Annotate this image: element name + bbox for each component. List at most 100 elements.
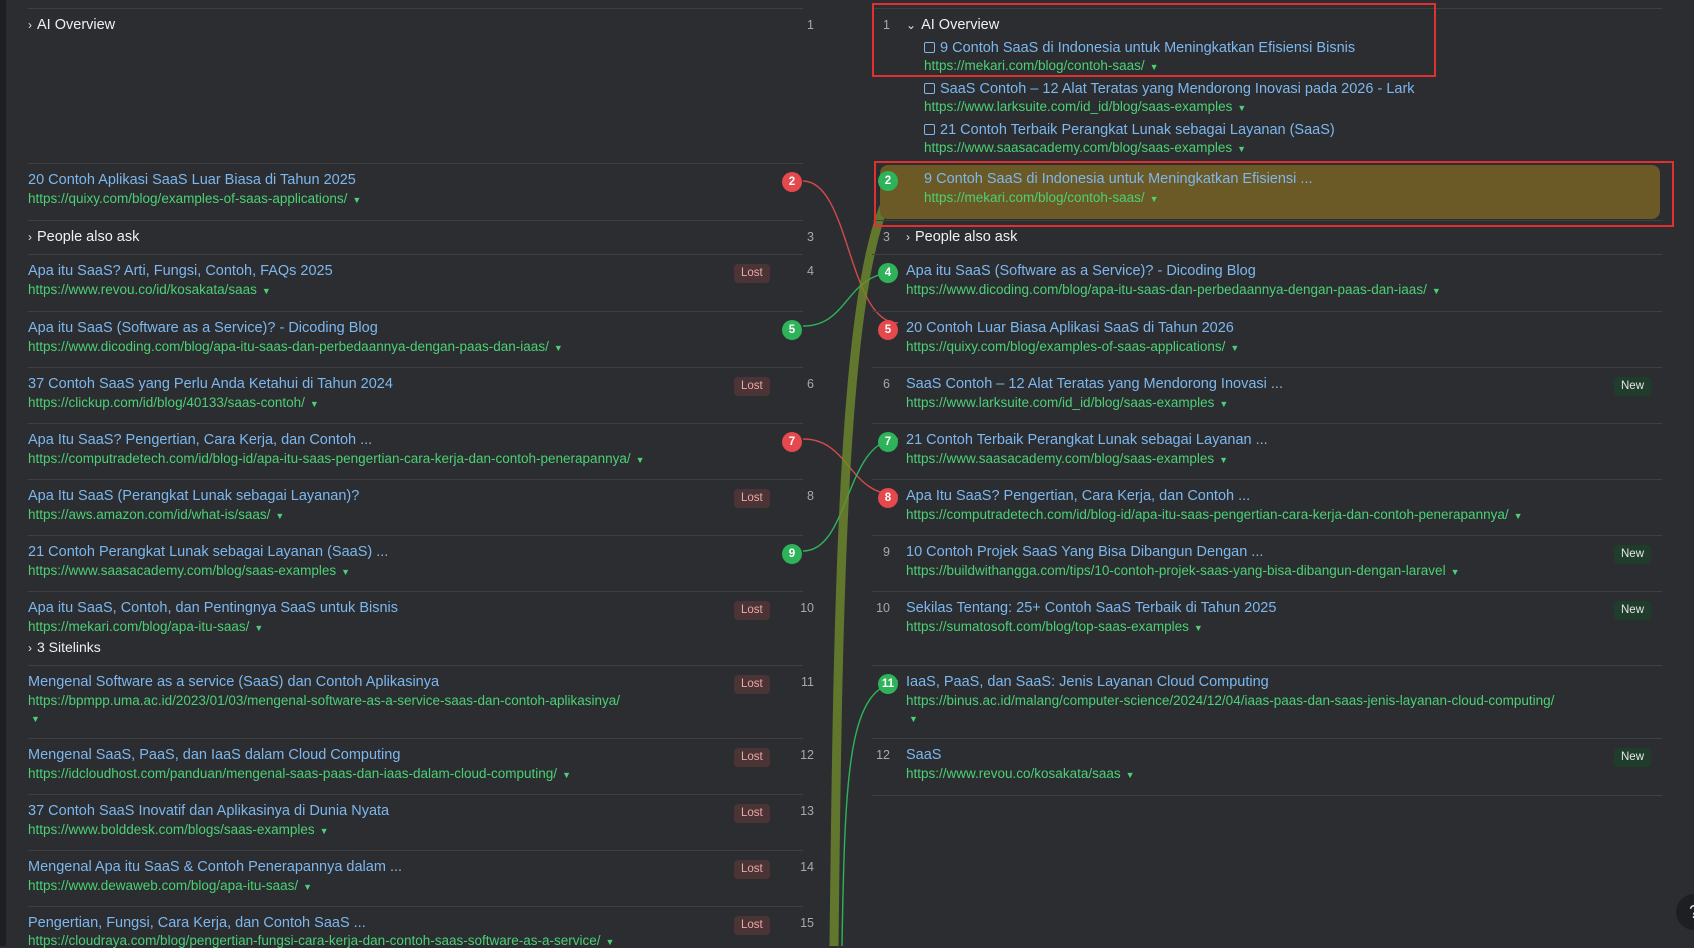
result-title[interactable]: 20 Contoh Aplikasi SaaS Luar Biasa di Ta… — [28, 172, 356, 188]
result-url[interactable]: https://www.larksuite.com/id_id/blog/saa… — [906, 395, 1228, 410]
result-title[interactable]: SaaS — [906, 747, 941, 763]
caret-down-icon[interactable]: ▼ — [303, 882, 312, 892]
result-title[interactable]: Apa Itu SaaS? Pengertian, Cara Kerja, da… — [28, 432, 372, 448]
right-result-row[interactable]: 9 10 Contoh Projek SaaS Yang Bisa Dibang… — [872, 535, 1662, 592]
caret-down-icon[interactable]: ▼ — [254, 623, 263, 633]
new-badge: New — [1614, 377, 1652, 396]
result-title[interactable]: Mengenal Apa itu SaaS & Contoh Penerapan… — [28, 859, 402, 875]
caret-down-icon[interactable]: ▼ — [636, 455, 645, 465]
result-url[interactable]: https://clickup.com/id/blog/40133/saas-c… — [28, 395, 319, 410]
left-result-row[interactable]: 37 Contoh SaaS yang Perlu Anda Ketahui d… — [28, 367, 814, 424]
result-title[interactable]: Apa itu SaaS (Software as a Service)? - … — [28, 320, 378, 336]
result-url[interactable]: https://sumatosoft.com/blog/top-saas-exa… — [906, 619, 1203, 634]
result-title[interactable]: 37 Contoh SaaS yang Perlu Anda Ketahui d… — [28, 376, 393, 392]
right-result-row[interactable]: 10 Sekilas Tentang: 25+ Contoh SaaS Terb… — [872, 591, 1662, 666]
left-result-row[interactable]: 20 Contoh Aplikasi SaaS Luar Biasa di Ta… — [28, 163, 803, 221]
sitelinks-toggle[interactable]: › 3 Sitelinks — [28, 639, 101, 655]
caret-down-icon[interactable]: ▼ — [1219, 455, 1228, 465]
result-title[interactable]: Apa Itu SaaS (Perangkat Lunak sebagai La… — [28, 488, 359, 504]
result-url[interactable]: https://www.revou.co/id/kosakata/saas ▼ — [28, 282, 271, 297]
caret-down-icon[interactable]: ▼ — [1126, 770, 1135, 780]
left-people-also-ask-toggle[interactable]: › People also ask — [28, 229, 139, 245]
left-result-row[interactable]: 37 Contoh SaaS Inovatif dan Aplikasinya … — [28, 794, 814, 851]
left-result-row[interactable]: Mengenal SaaS, PaaS, dan IaaS dalam Clou… — [28, 738, 814, 795]
result-title[interactable]: SaaS Contoh – 12 Alat Teratas yang Mendo… — [906, 376, 1283, 392]
result-url[interactable]: https://buildwithangga.com/tips/10-conto… — [906, 563, 1460, 578]
caret-down-icon[interactable]: ▼ — [1514, 511, 1523, 521]
result-title[interactable]: Pengertian, Fungsi, Cara Kerja, dan Cont… — [28, 915, 366, 931]
result-url[interactable]: https://www.saasacademy.com/blog/saas-ex… — [906, 451, 1228, 466]
result-url[interactable]: https://www.dicoding.com/blog/apa-itu-sa… — [28, 339, 563, 354]
left-result-row[interactable]: Apa Itu SaaS (Perangkat Lunak sebagai La… — [28, 479, 814, 536]
result-title[interactable]: Apa itu SaaS? Arti, Fungsi, Contoh, FAQs… — [28, 263, 333, 279]
caret-down-icon[interactable]: ▼ — [275, 511, 284, 521]
caret-down-icon[interactable]: ▼ — [1219, 399, 1228, 409]
result-url[interactable]: https://www.dicoding.com/blog/apa-itu-sa… — [906, 282, 1441, 297]
result-url[interactable]: https://binus.ac.id/malang/computer-scie… — [906, 693, 1554, 708]
ai-overview-source-url[interactable]: https://www.larksuite.com/id_id/blog/saa… — [924, 99, 1246, 114]
result-url[interactable]: https://computradetech.com/id/blog-id/ap… — [906, 507, 1523, 522]
left-ai-overview-toggle[interactable]: › AI Overview — [28, 17, 115, 33]
result-url[interactable]: https://www.bolddesk.com/blogs/saas-exam… — [28, 822, 329, 837]
caret-down-icon[interactable]: ▼ — [1194, 623, 1203, 633]
result-title[interactable]: Mengenal Software as a service (SaaS) da… — [28, 674, 439, 690]
right-result-row[interactable]: 7 21 Contoh Terbaik Perangkat Lunak seba… — [872, 423, 1662, 480]
left-result-row[interactable]: Apa itu SaaS, Contoh, dan Pentingnya Saa… — [28, 591, 814, 666]
result-title[interactable]: Apa itu SaaS (Software as a Service)? - … — [906, 263, 1256, 279]
result-url[interactable]: https://idcloudhost.com/panduan/mengenal… — [28, 766, 571, 781]
left-result-row[interactable]: Apa Itu SaaS? Pengertian, Cara Kerja, da… — [28, 423, 803, 480]
result-title[interactable]: 21 Contoh Terbaik Perangkat Lunak sebaga… — [906, 432, 1268, 448]
right-result-row[interactable]: 4 Apa itu SaaS (Software as a Service)? … — [872, 254, 1662, 312]
right-result-row[interactable]: 6 SaaS Contoh – 12 Alat Teratas yang Men… — [872, 367, 1662, 424]
ai-overview-source-url[interactable]: https://www.saasacademy.com/blog/saas-ex… — [924, 140, 1246, 155]
result-url[interactable]: https://aws.amazon.com/id/what-is/saas/▼ — [28, 507, 284, 522]
result-title[interactable]: Apa Itu SaaS? Pengertian, Cara Kerja, da… — [906, 488, 1250, 504]
caret-down-icon[interactable]: ▼ — [1237, 144, 1246, 154]
caret-down-icon[interactable]: ▼ — [909, 714, 918, 724]
left-result-row[interactable]: Mengenal Software as a service (SaaS) da… — [28, 665, 814, 739]
result-title[interactable]: Apa itu SaaS, Contoh, dan Pentingnya Saa… — [28, 600, 398, 616]
right-result-row[interactable]: 5 20 Contoh Luar Biasa Aplikasi SaaS di … — [872, 311, 1662, 368]
caret-down-icon[interactable]: ▼ — [554, 343, 563, 353]
left-result-row[interactable]: 21 Contoh Perangkat Lunak sebagai Layana… — [28, 535, 803, 592]
result-title[interactable]: 10 Contoh Projek SaaS Yang Bisa Dibangun… — [906, 544, 1263, 560]
caret-down-icon[interactable]: ▼ — [1230, 343, 1239, 353]
result-title[interactable]: 20 Contoh Luar Biasa Aplikasi SaaS di Ta… — [906, 320, 1234, 336]
result-title[interactable]: IaaS, PaaS, dan SaaS: Jenis Layanan Clou… — [906, 674, 1269, 690]
right-result-row[interactable]: 11 IaaS, PaaS, dan SaaS: Jenis Layanan C… — [872, 665, 1662, 739]
result-url[interactable]: https://quixy.com/blog/examples-of-saas-… — [28, 191, 361, 206]
left-ai-overview-row[interactable]: › AI Overview 1 — [28, 8, 814, 164]
left-result-row[interactable]: Apa itu SaaS (Software as a Service)? - … — [28, 311, 803, 368]
caret-down-icon[interactable]: ▼ — [1237, 103, 1246, 113]
left-result-row[interactable]: Pengertian, Fungsi, Cara Kerja, dan Cont… — [28, 906, 814, 948]
caret-down-icon[interactable]: ▼ — [341, 567, 350, 577]
caret-down-icon[interactable]: ▼ — [310, 399, 319, 409]
caret-down-icon[interactable]: ▼ — [262, 286, 271, 296]
ai-overview-source-title[interactable]: SaaS Contoh – 12 Alat Teratas yang Mendo… — [924, 81, 1415, 97]
result-url[interactable]: https://mekari.com/blog/apa-itu-saas/▼ — [28, 619, 263, 634]
ai-overview-source-title[interactable]: 21 Contoh Terbaik Perangkat Lunak sebaga… — [924, 122, 1335, 138]
position-number: 13 — [800, 804, 814, 818]
result-url[interactable]: https://www.revou.co/kosakata/saas ▼ — [906, 766, 1135, 781]
left-result-row[interactable]: Apa itu SaaS? Arti, Fungsi, Contoh, FAQs… — [28, 254, 814, 312]
caret-down-icon[interactable]: ▼ — [562, 770, 571, 780]
result-title[interactable]: Mengenal SaaS, PaaS, dan IaaS dalam Clou… — [28, 747, 400, 763]
result-url[interactable]: https://www.saasacademy.com/blog/saas-ex… — [28, 563, 350, 578]
caret-down-icon[interactable]: ▼ — [352, 195, 361, 205]
caret-down-icon[interactable]: ▼ — [1451, 567, 1460, 577]
caret-down-icon[interactable]: ▼ — [31, 714, 40, 724]
result-url[interactable]: https://quixy.com/blog/examples-of-saas-… — [906, 339, 1239, 354]
result-title[interactable]: 21 Contoh Perangkat Lunak sebagai Layana… — [28, 544, 388, 560]
result-url[interactable]: https://bpmpp.uma.ac.id/2023/01/03/menge… — [28, 693, 620, 708]
left-result-row[interactable]: Mengenal Apa itu SaaS & Contoh Penerapan… — [28, 850, 814, 907]
result-title[interactable]: 37 Contoh SaaS Inovatif dan Aplikasinya … — [28, 803, 389, 819]
right-result-row[interactable]: 8 Apa Itu SaaS? Pengertian, Cara Kerja, … — [872, 479, 1662, 536]
right-people-also-ask-toggle[interactable]: › People also ask — [906, 229, 1017, 245]
result-url[interactable]: https://computradetech.com/id/blog-id/ap… — [28, 451, 645, 466]
result-title[interactable]: Sekilas Tentang: 25+ Contoh SaaS Terbaik… — [906, 600, 1276, 616]
result-url[interactable]: https://www.dewaweb.com/blog/apa-itu-saa… — [28, 878, 312, 893]
caret-down-icon[interactable]: ▼ — [1432, 286, 1441, 296]
left-paa-row[interactable]: › People also ask 3 — [28, 220, 814, 255]
right-result-row[interactable]: 12 SaaS https://www.revou.co/kosakata/sa… — [872, 738, 1662, 796]
caret-down-icon[interactable]: ▼ — [320, 826, 329, 836]
